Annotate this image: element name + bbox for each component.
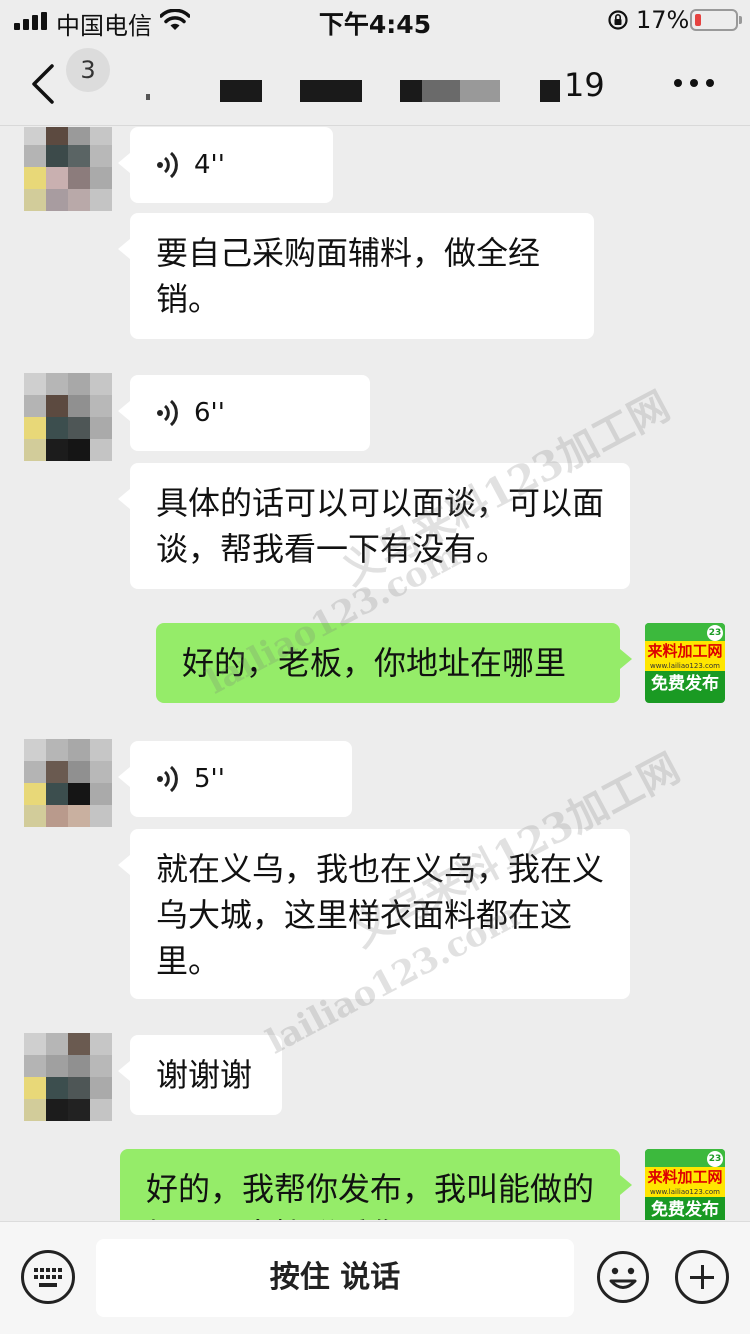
chat-title-visible-text: 19 <box>564 66 605 104</box>
avatar-badge: 23 <box>707 1151 723 1167</box>
avatar-url: www.lailiao123.com <box>645 661 725 671</box>
avatar-url: www.lailiao123.com <box>645 1187 725 1197</box>
my-avatar[interactable]: 23 来料加工网 www.lailiao123.com 免费发布 <box>645 1149 725 1220</box>
avatar-title: 来料加工网 <box>645 1167 725 1187</box>
unread-count-badge[interactable]: 3 <box>66 48 110 92</box>
message-text: 好的，我帮你发布，我叫能做的加工厂直接联系你 <box>146 1170 595 1220</box>
avatar-title: 来料加工网 <box>645 641 725 661</box>
contact-avatar[interactable] <box>24 739 112 827</box>
rotation-lock-icon <box>608 10 628 30</box>
voice-message-bubble[interactable]: 5'' <box>118 741 352 817</box>
voice-wave-icon <box>157 151 178 179</box>
message-text: 就在义乌，我也在义乌，我在义乌大城，这里样衣面料都在这里。 <box>156 850 605 980</box>
voice-wave-icon <box>157 399 178 427</box>
voice-message-bubble[interactable]: 6'' <box>118 375 370 451</box>
more-icon[interactable] <box>672 74 716 90</box>
text-message-bubble[interactable]: 要自己采购面辅料，做全经销。 <box>118 213 594 339</box>
keyboard-icon <box>34 1268 62 1287</box>
message-text: 谢谢谢 <box>156 1056 253 1094</box>
status-bar: 中国电信 下午4:45 17% <box>0 0 750 40</box>
voice-duration: 4'' <box>194 150 225 180</box>
back-chevron-icon[interactable] <box>22 62 62 106</box>
voice-duration: 5'' <box>194 764 225 794</box>
avatar-subtitle: 免费发布 <box>651 674 719 694</box>
input-bar: 按住 说话 <box>0 1221 750 1334</box>
my-avatar[interactable]: 23 来料加工网 www.lailiao123.com 免费发布 <box>645 623 725 703</box>
text-message-bubble[interactable]: 具体的话可以可以面谈，可以面谈，帮我看一下有没有。 <box>118 463 630 589</box>
contact-avatar[interactable] <box>24 1033 112 1121</box>
message-text: 好的，老板，你地址在哪里 <box>182 644 567 682</box>
message-text: 具体的话可以可以面谈，可以面谈，帮我看一下有没有。 <box>156 484 605 568</box>
contact-avatar[interactable] <box>24 127 112 211</box>
message-text: 要自己采购面辅料，做全经销。 <box>156 234 541 318</box>
my-message-bubble[interactable]: 好的，我帮你发布，我叫能做的加工厂直接联系你 <box>120 1149 632 1220</box>
hold-to-talk-button[interactable]: 按住 说话 <box>96 1239 574 1317</box>
plus-icon[interactable] <box>675 1250 729 1304</box>
text-message-bubble[interactable]: 谢谢谢 <box>118 1035 282 1115</box>
voice-wave-icon <box>157 765 178 793</box>
voice-message-bubble[interactable]: 4'' <box>118 127 333 203</box>
keyboard-toggle-button[interactable] <box>21 1250 75 1304</box>
voice-duration: 6'' <box>194 398 225 428</box>
contact-avatar[interactable] <box>24 373 112 461</box>
chat-message-list[interactable]: 4'' 要自己采购面辅料，做全经销。 6'' 具体的话可以可以面谈，可以面谈，帮… <box>0 127 750 1220</box>
my-message-bubble[interactable]: 好的，老板，你地址在哪里 <box>156 623 632 703</box>
avatar-badge: 23 <box>707 625 723 641</box>
avatar-subtitle: 免费发布 <box>651 1200 719 1220</box>
text-message-bubble[interactable]: 就在义乌，我也在义乌，我在义乌大城，这里样衣面料都在这里。 <box>118 829 630 999</box>
chat-title: 19 <box>140 66 610 108</box>
battery-icon <box>690 9 742 31</box>
chat-header: 3 19 <box>0 40 750 126</box>
battery-percentage: 17% <box>636 6 690 34</box>
emoji-icon[interactable] <box>596 1250 650 1304</box>
